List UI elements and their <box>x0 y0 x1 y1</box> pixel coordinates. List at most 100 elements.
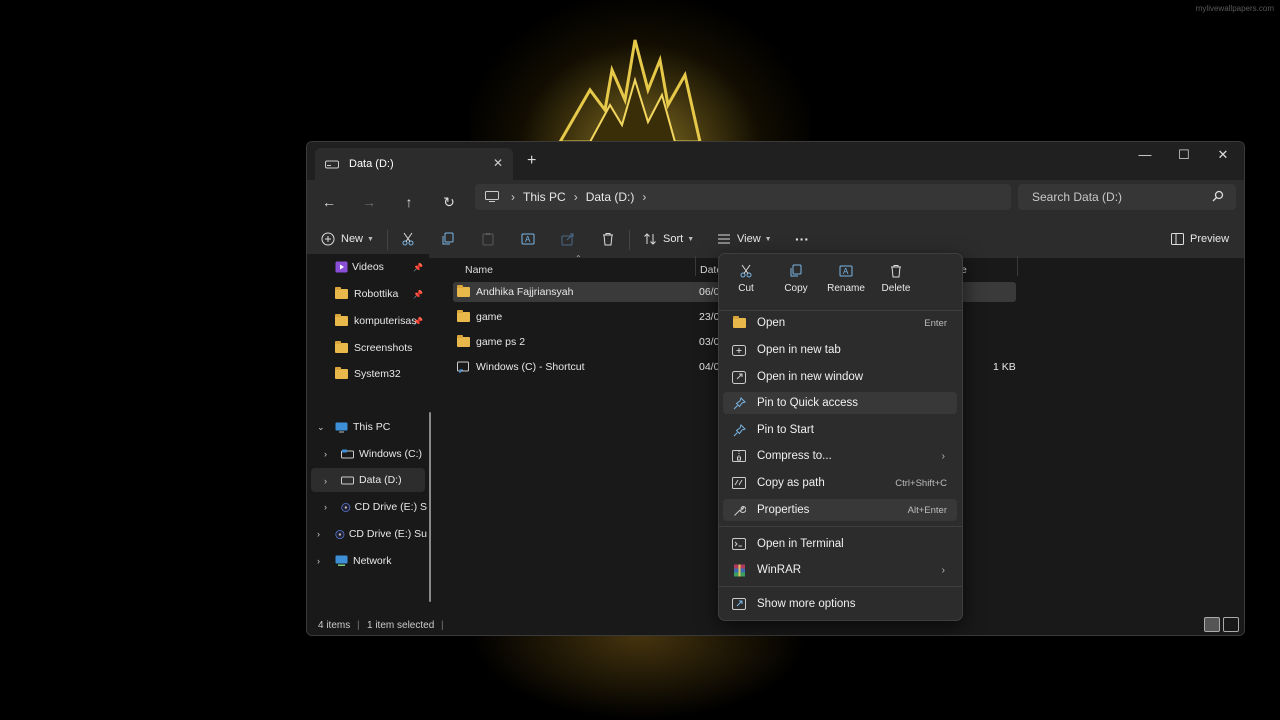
context-rename-button[interactable]: A Rename <box>821 264 871 294</box>
chevron-down-icon[interactable]: ⌄ <box>317 422 325 433</box>
sidebar-item-screenshots[interactable]: Screenshots <box>335 336 427 360</box>
context-delete-button[interactable]: Delete <box>871 264 921 294</box>
sidebar-item-windows-c[interactable]: Windows (C:) <box>341 442 427 466</box>
chevron-right-icon[interactable]: › <box>324 449 327 459</box>
wallpaper-watermark: mylivewallpapers.com <box>1195 4 1274 13</box>
sidebar-item-this-pc[interactable]: This PC <box>335 415 427 439</box>
sidebar-item-label: komputerisasi <box>354 315 416 327</box>
drive-icon <box>341 476 354 485</box>
copy-icon <box>442 232 454 245</box>
selection-count: 1 item selected <box>367 620 435 631</box>
tab-data-d[interactable]: Data (D:) ✕ <box>315 148 513 180</box>
sort-button[interactable]: Sort ▼ <box>643 228 694 250</box>
column-divider[interactable] <box>1017 256 1018 276</box>
sidebar-item-robottika[interactable]: Robottika 📌 <box>335 282 427 306</box>
new-label: New <box>341 233 364 245</box>
preview-pane-icon <box>1171 233 1184 245</box>
menu-item-label: Open in new window <box>757 371 864 383</box>
folder-icon <box>457 335 470 347</box>
up-button[interactable]: ↑ <box>397 190 421 214</box>
menu-item-open-new-tab[interactable]: Open in new tab <box>723 339 957 361</box>
sidebar-item-network[interactable]: Network <box>335 549 427 573</box>
context-menu: Cut Copy A Rename Delete Open Enter Open… <box>718 253 963 621</box>
refresh-button[interactable]: ↻ <box>437 190 461 214</box>
more-options-button[interactable]: ··· <box>795 228 809 250</box>
menu-item-open-new-window[interactable]: Open in new window <box>723 366 957 388</box>
tab-close-icon[interactable]: ✕ <box>493 156 503 170</box>
breadcrumb-chevron-icon[interactable]: › <box>642 190 646 204</box>
menu-item-open[interactable]: Open Enter <box>723 312 957 334</box>
rename-label: Rename <box>827 283 865 294</box>
menu-item-label: Open <box>757 317 786 329</box>
chevron-right-icon[interactable]: › <box>324 476 327 486</box>
new-button[interactable]: New ▼ <box>321 228 374 250</box>
close-window-button[interactable]: ✕ <box>1203 144 1243 168</box>
chevron-right-icon[interactable]: › <box>317 556 320 566</box>
new-window-icon <box>732 370 746 384</box>
sidebar-item-cd-drive-e[interactable]: CD Drive (E:) Su <box>335 522 427 546</box>
view-button[interactable]: View ▼ <box>717 228 772 250</box>
view-list-icon <box>718 234 730 244</box>
folder-icon <box>335 314 348 326</box>
search-box[interactable] <box>1018 184 1236 210</box>
trash-icon <box>603 233 613 246</box>
chevron-right-icon[interactable]: › <box>317 529 320 539</box>
sidebar-item-videos[interactable]: Videos 📌 <box>335 255 427 279</box>
monitor-icon <box>485 191 499 202</box>
menu-item-copy-as-path[interactable]: Copy as path Ctrl+Shift+C <box>723 472 957 494</box>
column-divider[interactable] <box>695 256 696 276</box>
menu-item-winrar[interactable]: WinRAR › <box>723 559 957 581</box>
sidebar-item-label: Data (D:) <box>359 474 402 486</box>
sidebar-scrollbar[interactable] <box>429 412 431 602</box>
context-copy-button[interactable]: Copy <box>771 264 821 294</box>
menu-item-open-terminal[interactable]: Open in Terminal <box>723 533 957 555</box>
search-icon[interactable] <box>1212 190 1224 202</box>
folder-icon <box>457 285 470 297</box>
rename-toolbar-button[interactable]: A <box>521 228 535 250</box>
file-name: game <box>476 311 503 323</box>
search-input[interactable] <box>1030 189 1204 205</box>
forward-button[interactable]: → <box>357 190 381 214</box>
network-icon <box>335 555 348 566</box>
cut-toolbar-button[interactable] <box>401 228 415 250</box>
chevron-right-icon[interactable]: › <box>324 502 327 512</box>
back-button[interactable]: ← <box>317 190 341 214</box>
column-header-name[interactable]: Name <box>465 264 493 276</box>
sidebar-item-label: Network <box>353 555 392 567</box>
sidebar-item-label: CD Drive (E:) S <box>354 501 427 513</box>
menu-item-pin-start[interactable]: Pin to Start <box>723 419 957 441</box>
new-tab-button[interactable]: + <box>527 152 536 170</box>
details-view-icon[interactable] <box>1204 617 1220 632</box>
preview-button[interactable]: Preview <box>1171 228 1229 250</box>
address-bar[interactable]: › This PC › Data (D:) › <box>475 184 1011 210</box>
maximize-button[interactable]: ☐ <box>1164 144 1204 168</box>
menu-item-compress[interactable]: Compress to... › <box>723 445 957 467</box>
breadcrumb-data-d[interactable]: Data (D:) <box>586 190 635 204</box>
sort-label: Sort <box>663 233 684 245</box>
rename-icon: A <box>521 233 535 245</box>
large-icons-view-icon[interactable] <box>1223 617 1239 632</box>
share-toolbar-button[interactable] <box>561 228 575 250</box>
context-cut-button[interactable]: Cut <box>721 264 771 294</box>
paste-icon <box>482 233 494 246</box>
scissors-icon <box>402 232 414 246</box>
sidebar-item-system32[interactable]: System32 <box>335 362 427 386</box>
delete-toolbar-button[interactable] <box>601 228 615 250</box>
breadcrumb-this-pc[interactable]: This PC <box>523 190 566 204</box>
minimize-button[interactable]: — <box>1125 144 1165 168</box>
sidebar-item-komputerisasi[interactable]: komputerisasi 📌 <box>335 309 427 333</box>
menu-item-pin-quick-access[interactable]: Pin to Quick access <box>723 392 957 414</box>
menu-item-show-more-options[interactable]: Show more options <box>723 593 957 615</box>
copy-toolbar-button[interactable] <box>441 228 455 250</box>
paste-toolbar-button[interactable] <box>481 228 495 250</box>
sidebar-item-cd-drive-e-child[interactable]: CD Drive (E:) S <box>341 495 427 519</box>
scissors-icon <box>740 264 752 278</box>
sidebar-item-label: Screenshots <box>354 342 413 354</box>
chevron-down-icon: ▼ <box>687 235 695 243</box>
sidebar-item-data-d[interactable]: Data (D:) <box>341 468 427 492</box>
computer-icon <box>335 422 348 432</box>
menu-item-properties[interactable]: Properties Alt+Enter <box>723 499 957 521</box>
share-icon <box>561 233 574 246</box>
sidebar-item-label: Windows (C:) <box>359 448 423 460</box>
sort-icon <box>644 233 656 245</box>
